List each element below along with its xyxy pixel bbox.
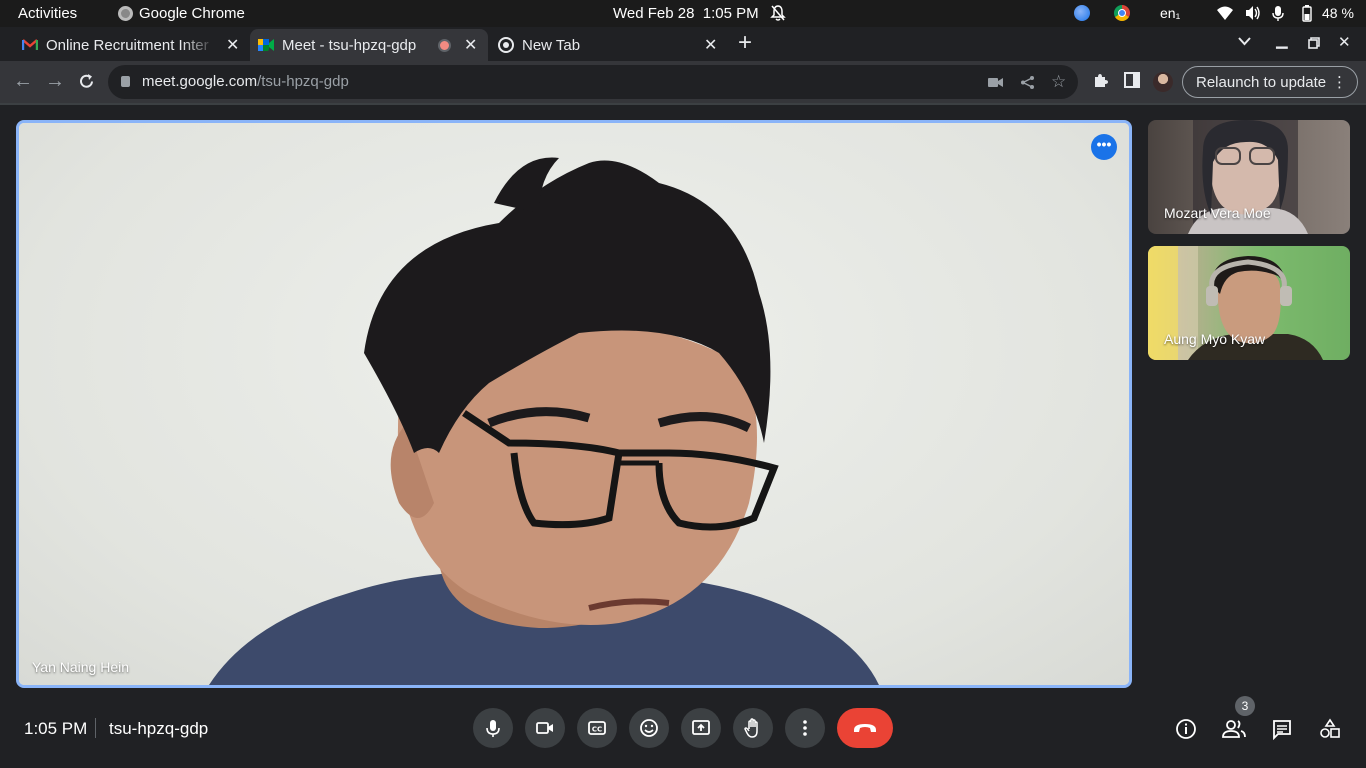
tab-close-icon[interactable]: ✕ [704, 35, 717, 55]
volume-icon[interactable] [1244, 5, 1262, 21]
forward-icon[interactable]: → [45, 71, 65, 91]
battery-percent: 48 % [1322, 5, 1354, 21]
app-name: Google Chrome [139, 5, 245, 22]
input-language[interactable]: en₁ [1160, 5, 1180, 21]
tab-online-recruitment[interactable]: Online Recruitment Inter ✕ [14, 29, 246, 61]
chrome-menu-icon[interactable]: ⋮ [1332, 73, 1347, 91]
wifi-icon[interactable] [1216, 5, 1234, 21]
activities-button[interactable]: Activities [18, 5, 77, 22]
url-text[interactable]: meet.google.com/tsu-hpzq-gdp [142, 73, 349, 90]
recording-indicator-icon [438, 39, 451, 52]
chat-button[interactable] [1269, 716, 1295, 742]
microphone-icon [486, 720, 500, 737]
chat-icon [1273, 720, 1291, 740]
microphone-tray-icon[interactable] [1271, 5, 1285, 22]
meeting-controls-bar: 1:05 PM tsu-hpzq-gdp CC [0, 700, 1366, 768]
camera-button[interactable] [525, 708, 565, 748]
tile-more-options-icon[interactable]: ••• [1091, 134, 1117, 160]
emoji-icon [640, 719, 658, 737]
minimize-icon[interactable]: ▁ [1276, 31, 1288, 49]
share-icon[interactable] [1020, 75, 1035, 90]
restore-icon[interactable] [1308, 37, 1320, 49]
tab-close-icon[interactable]: ✕ [226, 35, 239, 55]
microphone-button[interactable] [473, 708, 513, 748]
participant-count-badge: 3 [1235, 696, 1255, 716]
notifications-muted-icon [770, 5, 786, 21]
leave-call-button[interactable] [837, 708, 893, 748]
relaunch-label: Relaunch to update [1196, 74, 1327, 91]
tab-title: Online Recruitment Inter [46, 36, 209, 54]
svg-text:CC: CC [592, 726, 602, 734]
more-vert-icon [803, 720, 807, 736]
side-panel-icon[interactable] [1124, 72, 1140, 88]
browser-toolbar: ← → meet.google.com/tsu-hpzq-gdp ☆ Relau… [0, 61, 1366, 103]
toolbar-divider [0, 103, 1366, 105]
system-clock[interactable]: Wed Feb 28 1:05 PM [613, 5, 759, 22]
lock-icon[interactable] [121, 76, 130, 87]
people-icon [1222, 720, 1246, 738]
participant-tile[interactable]: Mozart Vera Moe [1148, 120, 1350, 234]
raise-hand-button[interactable] [733, 708, 773, 748]
shapes-icon [1320, 718, 1340, 738]
chrome-icon [498, 37, 514, 53]
url-host: meet.google.com [142, 73, 258, 90]
relaunch-to-update-button[interactable]: Relaunch to update ⋮ [1182, 66, 1358, 98]
tab-strip: Online Recruitment Inter ✕ Meet - tsu-hp… [0, 27, 1366, 61]
main-video-tile[interactable]: ••• Yan Naing Hein [16, 120, 1132, 688]
url-path: /tsu-hpzq-gdp [257, 73, 349, 90]
participant-name: Mozart Vera Moe [1164, 205, 1271, 221]
chrome-tray-icon[interactable] [1114, 5, 1130, 21]
reactions-button[interactable] [629, 708, 669, 748]
meeting-code: tsu-hpzq-gdp [109, 719, 209, 738]
gmail-icon [22, 37, 38, 53]
tab-meet[interactable]: Meet - tsu-hpzq-gdp ✕ [250, 29, 488, 61]
participant-video-feed [209, 157, 879, 685]
videocam-icon [536, 722, 553, 734]
hand-icon [744, 718, 758, 738]
participant-tile[interactable]: Aung Myo Kyaw [1148, 246, 1350, 360]
meeting-details-button[interactable] [1173, 716, 1199, 742]
captions-button[interactable]: CC [577, 708, 617, 748]
profile-avatar[interactable] [1153, 72, 1173, 92]
account-tray-icon[interactable] [1074, 5, 1090, 21]
reload-icon[interactable] [78, 73, 95, 90]
call-end-icon [854, 724, 876, 732]
info-icon [1176, 719, 1196, 739]
closed-captions-icon: CC [588, 721, 606, 735]
os-top-bar: Activities Google Chrome Wed Feb 28 1:05… [0, 0, 1366, 27]
bookmark-star-icon[interactable]: ☆ [1051, 72, 1066, 92]
tab-title: Meet - tsu-hpzq-gdp [282, 36, 417, 54]
meet-icon [258, 37, 274, 53]
close-window-icon[interactable]: ✕ [1338, 33, 1351, 51]
meeting-info-divider [95, 718, 96, 738]
people-button[interactable] [1221, 716, 1247, 742]
present-screen-button[interactable] [681, 708, 721, 748]
participant-name: Yan Naing Hein [32, 659, 130, 675]
tab-new-tab[interactable]: New Tab ✕ [490, 29, 726, 61]
tab-search-icon[interactable] [1238, 37, 1251, 46]
extensions-icon[interactable] [1092, 72, 1109, 89]
battery-icon[interactable] [1302, 5, 1312, 22]
meeting-time: 1:05 PM [24, 719, 88, 738]
new-tab-icon[interactable]: + [738, 31, 752, 55]
camera-in-use-icon[interactable] [988, 77, 1004, 88]
app-menu[interactable]: Google Chrome [118, 5, 245, 22]
tab-title: New Tab [522, 36, 581, 54]
present-to-all-icon [692, 720, 710, 735]
activities-panel-button[interactable] [1317, 716, 1343, 742]
more-options-button[interactable] [785, 708, 825, 748]
back-icon[interactable]: ← [13, 71, 33, 91]
chrome-app-icon [118, 6, 133, 21]
address-bar[interactable]: meet.google.com/tsu-hpzq-gdp ☆ [108, 65, 1078, 99]
participant-name: Aung Myo Kyaw [1164, 331, 1266, 347]
tab-close-icon[interactable]: ✕ [464, 35, 477, 55]
